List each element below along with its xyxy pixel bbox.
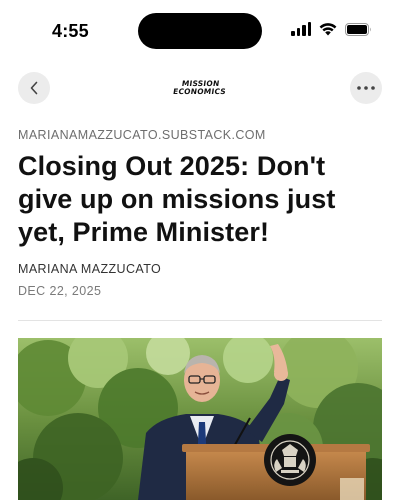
nav-bar: MISSION ECONOMICS	[0, 72, 400, 106]
logo-line-2: ECONOMICS	[172, 87, 227, 96]
more-dots-icon	[357, 86, 375, 90]
status-icons	[291, 22, 372, 36]
article-title: Closing Out 2025: Don't give up on missi…	[18, 151, 336, 247]
status-bar: 4:55	[0, 0, 400, 62]
article-date: DEC 22, 2025	[18, 284, 102, 298]
cellular-signal-icon	[291, 22, 311, 36]
status-time: 4:55	[52, 21, 89, 41]
article-author[interactable]: MARIANA MAZZUCATO	[18, 262, 161, 276]
back-button[interactable]	[18, 72, 50, 104]
wifi-icon	[318, 22, 338, 36]
dynamic-island	[138, 13, 262, 49]
publication-logo[interactable]: MISSION ECONOMICS	[172, 79, 227, 96]
more-button[interactable]	[350, 72, 382, 104]
article-source[interactable]: MARIANAMAZZUCATO.SUBSTACK.COM	[18, 128, 266, 142]
battery-icon	[345, 22, 372, 36]
divider	[18, 320, 382, 321]
chevron-left-icon	[30, 81, 38, 95]
hero-image	[18, 338, 382, 500]
